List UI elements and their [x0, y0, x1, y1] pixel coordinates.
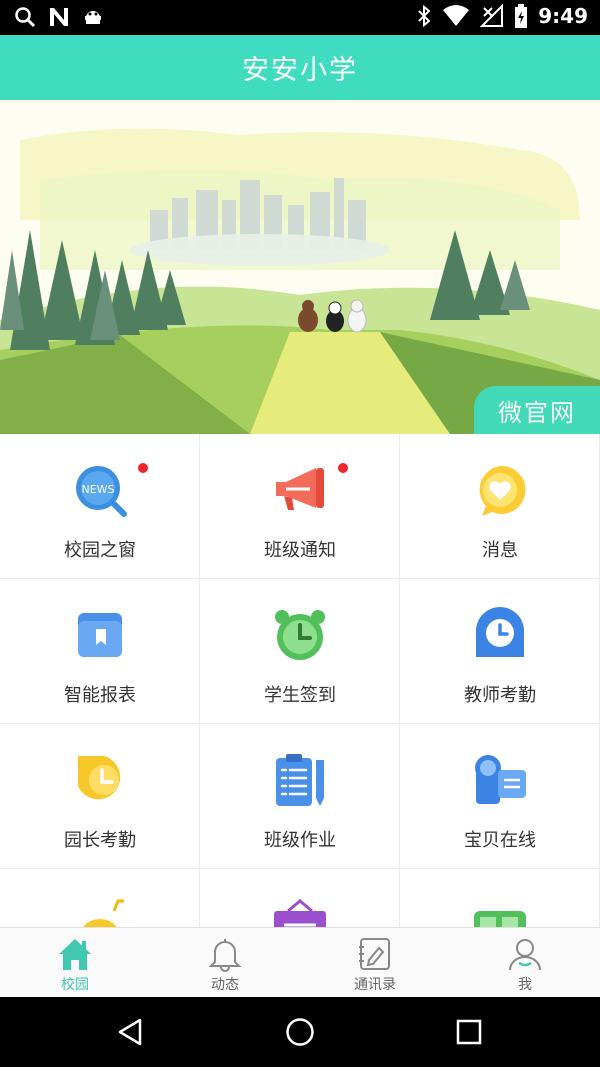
tab-label: 校园	[61, 977, 89, 993]
camera-icon	[475, 755, 526, 804]
robot-icon	[85, 11, 101, 24]
grid-item-partial[interactable]	[0, 869, 200, 927]
grid-item-baby-online[interactable]: 宝贝在线	[400, 724, 600, 869]
status-bar: 9:49	[0, 0, 600, 35]
bluetooth-icon	[418, 4, 431, 28]
tab-contacts[interactable]: 通讯录	[300, 928, 450, 998]
no-signal-icon	[480, 4, 504, 27]
grid-item-label: 宝贝在线	[464, 830, 536, 851]
grid-item-label: 校园之窗	[64, 540, 136, 561]
svg-text:NEWS: NEWS	[81, 483, 114, 496]
status-right-icons: 9:49	[416, 4, 588, 28]
status-time: 9:49	[538, 4, 588, 28]
person-icon	[509, 939, 541, 971]
unread-badge	[138, 463, 148, 473]
system-nav-bar	[0, 997, 600, 1067]
tab-dynamics[interactable]: 动态	[150, 928, 300, 998]
tab-label: 我	[518, 977, 532, 993]
banner[interactable]: 微官网	[0, 100, 600, 434]
bell-icon	[208, 939, 242, 972]
micro-site-button[interactable]: 微官网	[474, 386, 600, 434]
recents-icon[interactable]	[455, 1018, 483, 1046]
alarm-clock-icon	[275, 610, 325, 660]
sign-board-icon	[274, 899, 326, 927]
clipboard-icon	[276, 754, 324, 806]
grid-item-smart-report[interactable]: 智能报表	[0, 579, 200, 724]
grid-item-label: 教师考勤	[464, 685, 536, 706]
tab-label: 通讯录	[354, 977, 396, 993]
n-icon	[50, 8, 68, 26]
app-header: 安安小学	[0, 35, 600, 100]
report-book-icon	[78, 613, 122, 657]
back-icon[interactable]	[116, 1017, 146, 1047]
grid-item-label: 班级通知	[264, 540, 336, 561]
page-title: 安安小学	[242, 55, 358, 86]
news-icon: NEWS	[76, 466, 127, 517]
grid-item-label: 消息	[482, 540, 518, 561]
home-icon	[59, 939, 91, 970]
grid-item-label: 班级作业	[264, 830, 336, 851]
megaphone-icon	[276, 468, 324, 510]
grid-item-class-notice[interactable]: 班级通知	[200, 434, 400, 579]
contacts-icon	[359, 938, 390, 970]
grid-item-teacher-attendance[interactable]: 教师考勤	[400, 579, 600, 724]
unread-badge	[338, 463, 348, 473]
bottom-tab-bar: 校园 动态 通讯录 我	[0, 927, 600, 997]
tab-label: 动态	[211, 977, 239, 993]
feature-grid: NEWS 校园之窗 班级通知 消息 智能报表 学生签到 教师考勤 园长考勤 班级…	[0, 434, 600, 927]
grid-item-principal-attendance[interactable]: 园长考勤	[0, 724, 200, 869]
clock-icon	[476, 607, 524, 657]
grid-item-label: 学生签到	[264, 685, 336, 706]
grid-item-messages[interactable]: 消息	[400, 434, 600, 579]
grid-item-partial[interactable]	[400, 869, 600, 927]
grid-item-campus-window[interactable]: NEWS 校园之窗	[0, 434, 200, 579]
grid-item-class-homework[interactable]: 班级作业	[200, 724, 400, 869]
grid-item-student-checkin[interactable]: 学生签到	[200, 579, 400, 724]
tab-campus[interactable]: 校园	[0, 928, 150, 998]
status-left-icons	[14, 6, 104, 28]
tab-me[interactable]: 我	[450, 928, 600, 998]
grid-item-partial[interactable]	[200, 869, 400, 927]
home-nav-icon[interactable]	[284, 1016, 316, 1048]
grid-item-label: 智能报表	[64, 685, 136, 706]
grid-item-label: 园长考勤	[64, 830, 136, 851]
bus-icon	[474, 911, 526, 927]
food-cloche-icon	[83, 899, 124, 927]
message-heart-icon	[479, 465, 526, 516]
battery-icon	[515, 4, 528, 28]
principal-clock-icon	[78, 756, 121, 800]
banner-illustration	[0, 100, 600, 434]
search-icon	[15, 7, 36, 28]
wifi-icon	[443, 5, 470, 26]
